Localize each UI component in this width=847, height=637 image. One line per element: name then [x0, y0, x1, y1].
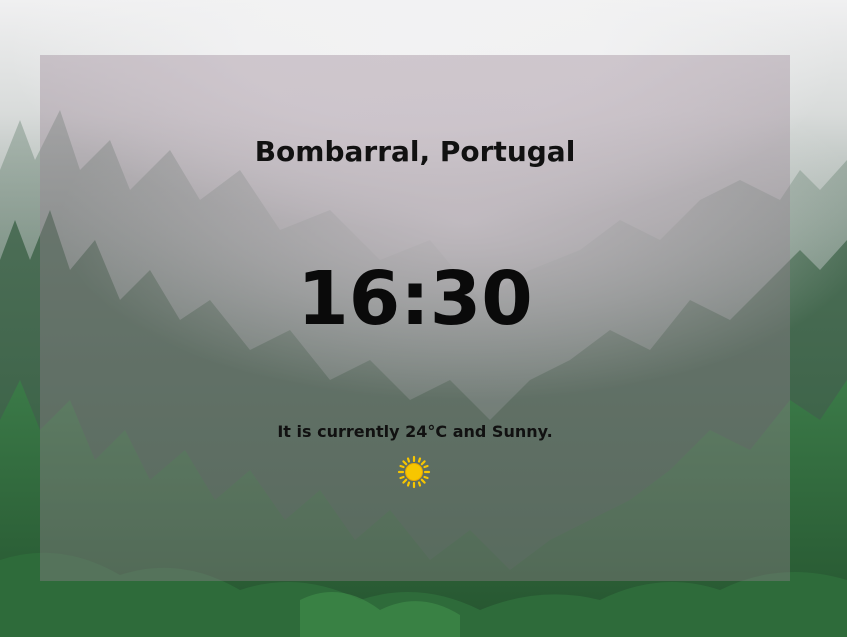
location-title: Bombarral, Portugal [254, 135, 576, 168]
background-scene: Bombarral, Portugal 16:30 It is currentl… [0, 0, 847, 637]
sun-icon [397, 455, 431, 489]
info-panel: Bombarral, Portugal 16:30 It is currentl… [40, 55, 790, 581]
weather-summary: It is currently 24°C and Sunny. [277, 422, 553, 441]
clock-time: 16:30 [297, 256, 533, 342]
